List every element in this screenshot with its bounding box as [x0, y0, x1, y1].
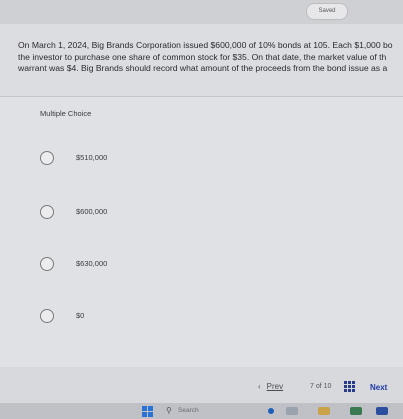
page-indicator: 7 of 10: [310, 383, 331, 390]
prev-label: Prev: [266, 382, 284, 391]
of-label: of: [315, 383, 322, 390]
answer-choice-4[interactable]: $0: [38, 306, 338, 328]
radio-button[interactable]: [40, 257, 54, 271]
answer-choice-label: $630,000: [76, 259, 108, 268]
taskbar-search-label[interactable]: Search: [178, 407, 199, 414]
taskbar-app-icon[interactable]: [376, 407, 388, 415]
question-text: On March 1, 2024, Big Brands Corporation…: [18, 40, 393, 73]
search-icon[interactable]: ⚲: [166, 406, 172, 415]
answer-panel: Multiple Choice $510,000 $600,000 $630,0…: [0, 97, 403, 367]
question-panel: On March 1, 2024, Big Brands Corporation…: [0, 24, 403, 97]
os-taskbar: ⚲ Search: [0, 403, 403, 419]
answer-choice-2[interactable]: $600,000: [38, 202, 338, 224]
taskbar-app-icon[interactable]: [350, 407, 362, 415]
prev-button[interactable]: ‹ Prev: [258, 382, 283, 391]
answer-choice-3[interactable]: $630,000: [38, 254, 338, 276]
radio-button[interactable]: [40, 151, 54, 165]
next-button[interactable]: Next: [370, 383, 387, 392]
total-pages: 10: [323, 383, 332, 390]
radio-button[interactable]: [40, 205, 54, 219]
current-page: 7: [310, 383, 314, 390]
answer-choice-label: $0: [76, 311, 85, 320]
question-type-label: Multiple Choice: [40, 109, 92, 118]
question-navigation: ‹ Prev 7 of 10 Next: [0, 367, 403, 403]
radio-button[interactable]: [40, 309, 54, 323]
taskbar-app-icon[interactable]: [286, 407, 298, 415]
answer-choice-1[interactable]: $510,000: [38, 148, 338, 170]
answer-choice-label: $510,000: [76, 153, 108, 162]
saved-status-badge: Saved: [306, 3, 348, 20]
chevron-left-icon: ‹: [258, 382, 261, 391]
answer-choice-label: $600,000: [76, 207, 108, 216]
grid-icon[interactable]: [344, 381, 355, 392]
taskbar-app-icon[interactable]: [268, 408, 274, 414]
taskbar-app-icon[interactable]: [318, 407, 330, 415]
windows-start-icon[interactable]: [142, 406, 153, 417]
top-bar: Saved: [0, 0, 403, 24]
